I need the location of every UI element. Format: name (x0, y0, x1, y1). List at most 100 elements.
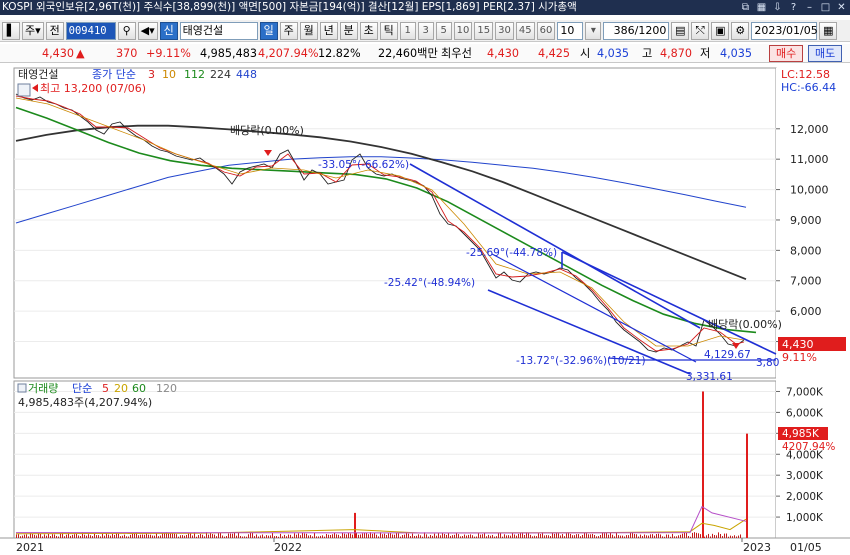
panel-toggle-icon[interactable] (17, 83, 31, 97)
volume-bar (126, 536, 127, 538)
restore-icon[interactable]: □ (819, 1, 832, 14)
arrow-icon[interactable]: ⇩ (771, 1, 784, 14)
stock-code-input[interactable]: 009410 (65, 21, 116, 40)
help-icon[interactable]: ? (787, 1, 800, 14)
link-icon[interactable]: ⧉ (739, 1, 752, 14)
volume-bar (672, 533, 673, 538)
volume-bar (514, 534, 515, 538)
mode-select[interactable]: 주▾ (22, 21, 44, 40)
volume-bar (358, 534, 359, 538)
volume-bar (438, 533, 439, 538)
volume-bar (310, 535, 311, 538)
period-month-button[interactable]: 월 (299, 21, 318, 40)
volume-bar (232, 533, 233, 538)
interval-10-button[interactable]: 10 (453, 21, 473, 40)
volume-bar (152, 535, 153, 538)
volume-bar (122, 535, 123, 538)
price-tick-label: 10,000 (790, 184, 829, 197)
volume-bar (88, 534, 89, 538)
volume-bar (186, 534, 187, 538)
turnover-rate: 12.82% (318, 47, 361, 60)
grid-icon[interactable]: ▦ (755, 1, 768, 14)
interval-45-button[interactable]: 45 (515, 21, 535, 40)
channel-angle-1: -33.05°(-66.62%) (318, 159, 409, 171)
search-icon[interactable]: ⚲ (117, 21, 136, 40)
volume-bar (266, 535, 267, 538)
trade-amount: 22,460백만 (378, 47, 438, 60)
period-tick-button[interactable]: 틱 (379, 21, 398, 40)
volume-bar (192, 535, 193, 538)
volume-bar (46, 535, 47, 538)
volume-bar (352, 534, 353, 538)
minimize-icon[interactable]: – (803, 1, 816, 14)
volume-bar (36, 535, 37, 538)
value-label-3: 3,80 (756, 357, 779, 369)
volume-bar (474, 536, 475, 538)
period-second-button[interactable]: 초 (359, 21, 378, 40)
volume-bar (304, 533, 305, 538)
volume-bar (90, 535, 91, 538)
axis-background (776, 68, 850, 538)
close-icon[interactable]: ✕ (835, 1, 848, 14)
interval-1-button[interactable]: 1 (399, 21, 416, 40)
volume-bar (488, 534, 489, 538)
stock-name-field[interactable]: 태영건설 (179, 21, 258, 40)
volume-bar (118, 533, 119, 538)
new-badge: 신 (159, 21, 178, 40)
volume-bar (260, 535, 261, 538)
settings-gear-icon[interactable]: ⚙ (731, 21, 750, 40)
volume-bar (390, 533, 391, 538)
volume-indicator-label: 단순 (72, 382, 92, 395)
volume-bar (258, 536, 259, 538)
interval-5-button[interactable]: 5 (435, 21, 452, 40)
volume-bar (228, 533, 229, 538)
volume-bar (458, 534, 459, 538)
chart-canvas[interactable]: 5,0006,0007,0008,0009,00010,00011,00012,… (0, 64, 850, 555)
vol-ma-legend-120: 120 (156, 382, 177, 395)
menu-button[interactable]: ▌ (2, 21, 20, 40)
date-field[interactable]: 2023/01/05 (751, 21, 818, 40)
period-minute-button[interactable]: 분 (339, 21, 358, 40)
ma-legend-10: 10 (162, 68, 176, 81)
chart-area[interactable]: 5,0006,0007,0008,0009,00010,00011,00012,… (0, 64, 850, 555)
volume-bar (440, 535, 441, 538)
dividend-annotation-2: 배당락(0.00%) (708, 318, 782, 331)
volume-bar (726, 533, 727, 538)
buy-button[interactable]: 매수 (769, 45, 804, 62)
volume-bar (466, 535, 467, 538)
volume-bar (534, 535, 535, 538)
dividend-annotation-1: 배당락(0.00%) (230, 124, 304, 137)
calendar-icon[interactable]: ▦ (819, 21, 838, 40)
period-week-button[interactable]: 주 (279, 21, 298, 40)
sound-caret: ▾ (149, 23, 155, 37)
sell-button[interactable]: 매도 (808, 45, 843, 62)
table-icon[interactable]: ▤ (671, 21, 690, 40)
volume-bar (446, 534, 447, 538)
interval-3-button[interactable]: 3 (417, 21, 434, 40)
prev-button[interactable]: 전 (45, 21, 64, 40)
interval-15-button[interactable]: 15 (474, 21, 494, 40)
volume-bar (608, 534, 609, 538)
volume-bar (348, 532, 349, 538)
volume-bar (626, 535, 627, 538)
volume-bar (680, 534, 681, 538)
save-icon[interactable]: ▣ (711, 21, 730, 40)
interval-30-button[interactable]: 30 (495, 21, 514, 40)
sound-button[interactable]: ◀▾ (137, 21, 158, 40)
compare-icon[interactable]: ⤲ (691, 21, 710, 40)
period-year-button[interactable]: 년 (319, 21, 338, 40)
volume-bar (490, 535, 491, 538)
interval-select[interactable]: 10 (557, 21, 584, 40)
volume-panel-toggle-icon[interactable] (17, 383, 27, 393)
quote-bar: 4,430 ▲ 370 +9.11% 4,985,483 4,207.94% 1… (0, 44, 850, 63)
volume-bar (240, 535, 241, 538)
interval-60-button[interactable]: 60 (536, 21, 556, 40)
volume-bar (342, 532, 343, 538)
volume-bar (214, 534, 215, 538)
volume-ratio: 4,207.94% (258, 47, 319, 60)
volume-bar (592, 533, 593, 538)
period-day-button[interactable]: 일 (259, 21, 278, 40)
data-count-field[interactable]: 386/1200 (603, 21, 670, 40)
interval-caret[interactable]: ▾ (585, 21, 602, 40)
volume-bar (272, 533, 273, 538)
